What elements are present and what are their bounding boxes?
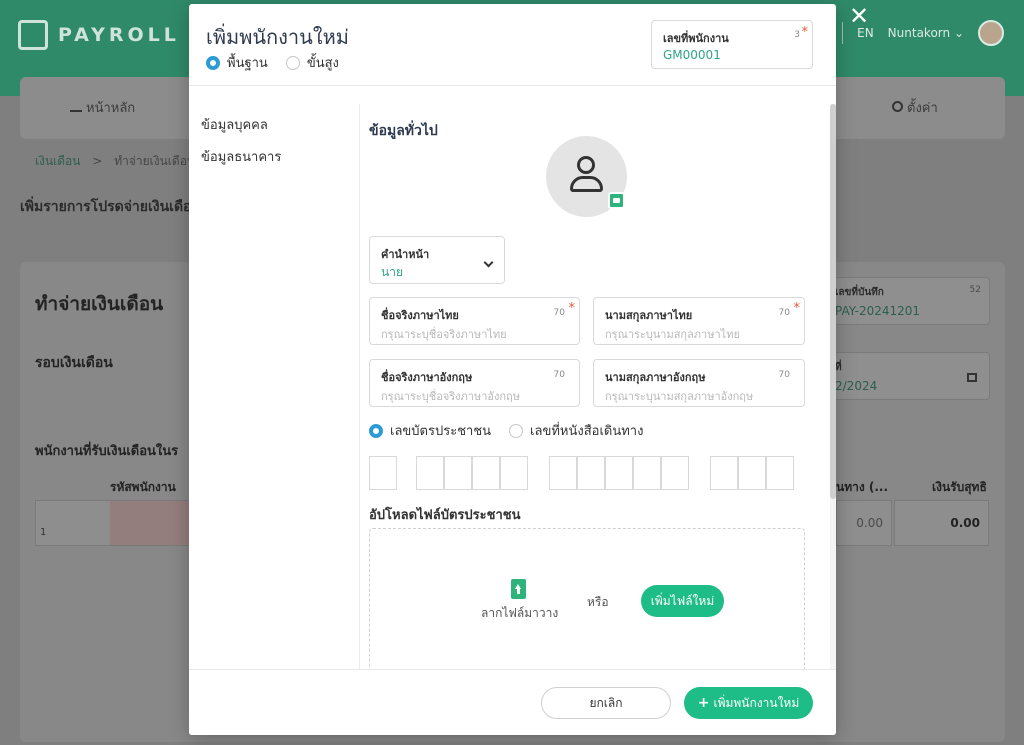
id-digit-input[interactable] — [738, 456, 766, 490]
app-logo: PAYROLL — [18, 20, 197, 50]
id-digit-input[interactable] — [710, 456, 738, 490]
row-passport-value: 0.00 — [836, 500, 892, 546]
record-no-field[interactable]: เลขที่บันทึก 52 PAY-20241201 — [826, 277, 990, 325]
gear-icon — [892, 101, 903, 112]
prefix-select[interactable]: คำนำหน้า นาย — [369, 236, 505, 284]
card-title: ทำจ่ายเงินเดือน — [35, 293, 164, 315]
breadcrumb: เงินเดือน > ทำจ่ายเงินเดือน — [35, 154, 196, 168]
section-title: ข้อมูลทั่วไป — [369, 123, 438, 139]
user-icon — [577, 156, 595, 174]
col-net: เงินรับสุทธิ — [932, 480, 987, 494]
radio-empty-icon — [509, 423, 524, 438]
id-digit-input[interactable] — [444, 456, 472, 490]
user-menu[interactable]: Nuntakorn ⌄ — [888, 26, 964, 40]
drag-text: ลากไฟล์มาวาง — [481, 606, 559, 620]
payroll-logo-icon — [18, 20, 48, 50]
file-upload-icon — [511, 579, 526, 599]
nav-home[interactable]: หน้าหลัก — [70, 97, 135, 118]
col-passport: นทาง (... — [836, 480, 889, 494]
id-digit-input[interactable] — [369, 456, 397, 490]
last-name-th-field[interactable]: นามสกุลภาษาไทย 70 * กรุณาระบุนามสกุลภาษา… — [593, 297, 805, 345]
chevron-down-icon: ⌄ — [953, 26, 964, 40]
chevron-down-icon — [483, 257, 494, 268]
mode-basic-radio[interactable]: พื้นฐาน — [206, 52, 268, 73]
last-name-en-field[interactable]: นามสกุลภาษาอังกฤษ 70 กรุณาระบุนามสกุลภาษ… — [593, 359, 805, 407]
radio-selected-icon — [206, 55, 220, 70]
page-title: เพิ่มรายการโปรดจ่ายเงินเดือน — [20, 199, 202, 215]
modal-sidebar: ข้อมูลบุคคล ข้อมูลธนาคาร — [201, 114, 281, 178]
upload-title: อัปโหลดไฟล์บัตรประชาชน — [369, 508, 521, 523]
id-digit-input[interactable] — [605, 456, 633, 490]
col-employee-code: รหัสพนักงาน — [110, 480, 176, 494]
scrollbar-thumb[interactable] — [830, 104, 836, 499]
row-net-value: 0.00 — [894, 500, 989, 546]
required-marker: * — [793, 301, 801, 316]
id-digit-input[interactable] — [633, 456, 661, 490]
date-field[interactable]: ที่ 2/2024 — [826, 352, 990, 400]
plus-icon: + — [697, 695, 710, 711]
breadcrumb-current: ทำจ่ายเงินเดือน — [114, 154, 196, 168]
close-icon[interactable]: ✕ — [849, 2, 869, 30]
sidebar-item-personal[interactable]: ข้อมูลบุคคล — [201, 114, 281, 135]
id-digit-input[interactable] — [661, 456, 689, 490]
radio-selected-icon — [369, 423, 383, 438]
id-digit-input[interactable] — [472, 456, 500, 490]
id-digit-input[interactable] — [500, 456, 528, 490]
first-name-en-field[interactable]: ชื่อจริงภาษาอังกฤษ 70 กรุณาระบุชื่อจริงภ… — [369, 359, 580, 407]
id-digit-input[interactable] — [549, 456, 577, 490]
mode-advanced-radio[interactable]: ขั้นสูง — [285, 52, 339, 73]
employees-label: พนักงานที่รับเงินเดือนในร — [35, 444, 179, 459]
radio-empty-icon — [285, 55, 300, 70]
add-employee-modal: เพิ่มพนักงานใหม่ พื้นฐาน ขั้นสูง เลขที่พ… — [189, 4, 836, 735]
id-digit-input[interactable] — [766, 456, 794, 490]
required-marker: * — [568, 301, 576, 316]
table-row: 1 — [35, 500, 196, 546]
or-text: หรือ — [587, 595, 609, 609]
mode-switch: พื้นฐาน ขั้นสูง — [206, 52, 339, 73]
modal-title: เพิ่มพนักงานใหม่ — [206, 25, 349, 49]
camera-icon[interactable] — [608, 192, 625, 209]
id-type-switch: เลขบัตรประชาชน เลขที่หนังสือเดินทาง — [369, 420, 643, 441]
row-number: 1 — [40, 527, 47, 538]
calendar-icon[interactable] — [967, 373, 977, 382]
id-passport-radio[interactable]: เลขที่หนังสือเดินทาง — [509, 420, 643, 441]
logo-text: PAYROLL — [58, 24, 180, 46]
round-label: รอบเงินเดือน — [35, 355, 113, 371]
id-citizen-radio[interactable]: เลขบัตรประชาชน — [369, 420, 491, 441]
breadcrumb-root[interactable]: เงินเดือน — [35, 154, 80, 168]
first-name-th-field[interactable]: ชื่อจริงภาษาไทย 70 * กรุณาระบุชื่อจริงภา… — [369, 297, 580, 345]
bar-chart-icon — [70, 103, 82, 112]
nav-settings[interactable]: ตั้งค่า — [892, 97, 938, 118]
id-digit-input[interactable] — [577, 456, 605, 490]
add-employee-button[interactable]: + เพิ่มพนักงานใหม่ — [684, 687, 813, 719]
cancel-button[interactable]: ยกเลิก — [541, 687, 671, 719]
sidebar-item-bank[interactable]: ข้อมูลธนาคาร — [201, 146, 281, 167]
id-digit-input[interactable] — [416, 456, 444, 490]
required-marker: * — [801, 25, 809, 40]
add-file-button[interactable]: เพิ่มไฟล์ใหม่ — [641, 585, 724, 617]
employee-no-field[interactable]: เลขที่พนักงาน 3 * GM00001 — [651, 20, 813, 69]
avatar[interactable] — [978, 20, 1004, 46]
